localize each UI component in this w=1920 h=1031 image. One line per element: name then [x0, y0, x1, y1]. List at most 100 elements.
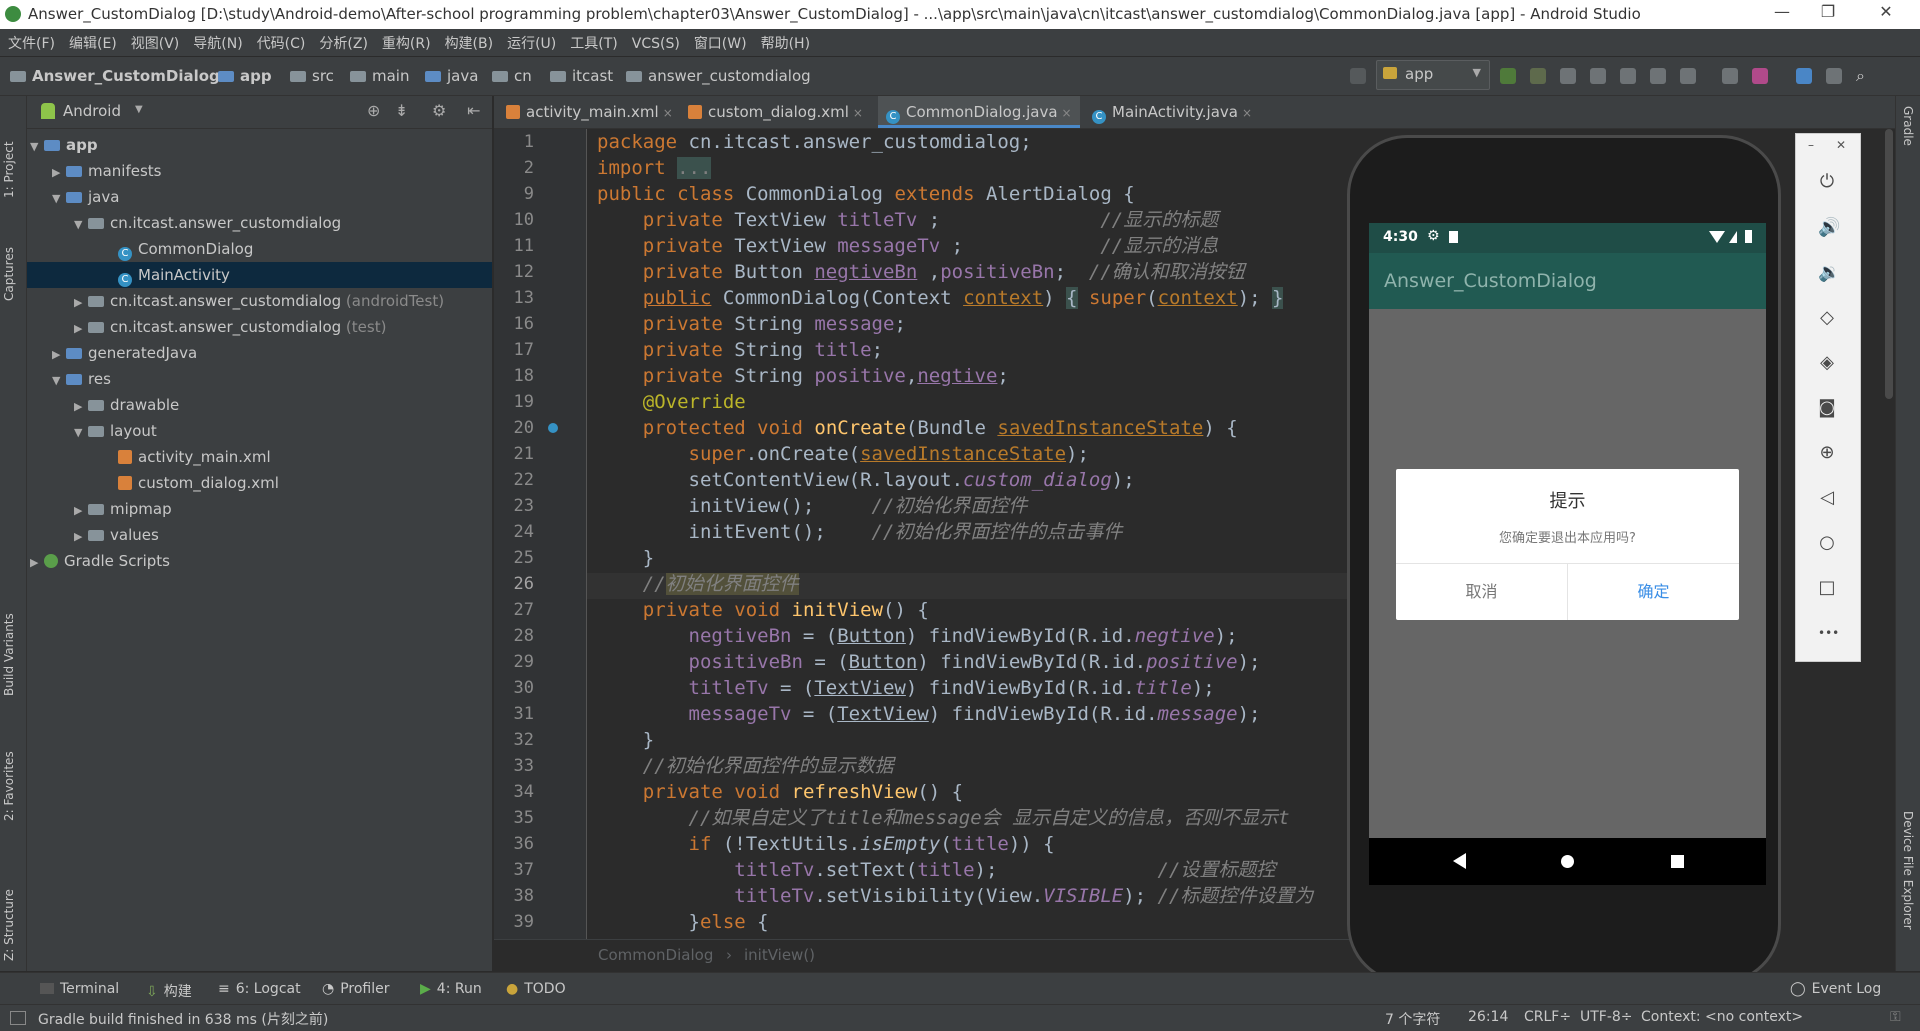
overview-icon[interactable]: □: [1818, 579, 1836, 597]
tree-item-layout[interactable]: ▼ layout: [74, 418, 157, 444]
editor-scrollbar[interactable]: [1884, 129, 1894, 939]
sdk-manager-icon[interactable]: [1796, 68, 1812, 84]
gear-icon[interactable]: ⚙: [432, 101, 446, 120]
stop-icon[interactable]: [1680, 68, 1696, 84]
breadcrumb-package[interactable]: answer_customdialog: [626, 67, 811, 85]
tree-item-package[interactable]: ▼ cn.itcast.answer_customdialog: [74, 210, 341, 236]
tool-window-favorites[interactable]: 2: Favorites: [2, 726, 16, 821]
home-icon[interactable]: [1561, 855, 1574, 868]
tree-item-java[interactable]: ▼ java: [52, 184, 119, 210]
tab-commondialog-java[interactable]: C CommonDialog.java ×: [878, 96, 1080, 128]
home-icon[interactable]: ○: [1818, 534, 1836, 552]
tool-window-project[interactable]: 1: Project: [2, 108, 16, 198]
attach-debugger-icon[interactable]: [1650, 68, 1666, 84]
close-tab-icon[interactable]: ×: [1062, 106, 1072, 120]
tree-item-drawable[interactable]: ▶ drawable: [74, 392, 179, 418]
status-caret-position[interactable]: 26:14: [1468, 1009, 1508, 1025]
menu-analyze[interactable]: 分析(Z): [311, 29, 374, 53]
tree-item-package-androidtest[interactable]: ▶ cn.itcast.answer_customdialog (androidT…: [74, 288, 444, 314]
close-tab-icon[interactable]: ×: [853, 106, 863, 120]
breadcrumb-src[interactable]: src: [290, 67, 334, 85]
close-window-button[interactable]: ✕: [1866, 2, 1906, 21]
tool-window-gradle[interactable]: Gradle: [1901, 106, 1915, 166]
power-icon[interactable]: ⏻: [1818, 173, 1836, 191]
menu-build[interactable]: 构建(B): [437, 29, 500, 53]
tab-mainactivity-java[interactable]: C MainActivity.java ×: [1084, 96, 1260, 128]
collapse-all-icon[interactable]: ⇟: [395, 101, 408, 120]
tool-todo[interactable]: ● TODO: [506, 981, 566, 997]
tool-window-captures[interactable]: Captures: [2, 221, 16, 301]
rotate-right-icon[interactable]: ◈: [1818, 354, 1836, 372]
tree-item-mipmap[interactable]: ▶ mipmap: [74, 496, 172, 522]
menu-help[interactable]: 帮助(H): [753, 29, 816, 53]
menu-vcs[interactable]: VCS(S): [624, 32, 686, 52]
minimize-button[interactable]: —: [1762, 2, 1802, 21]
back-icon[interactable]: ◁: [1818, 489, 1836, 507]
maximize-button[interactable]: ❐: [1808, 2, 1848, 21]
tool-logcat[interactable]: ≡ 6: Logcat: [218, 981, 301, 997]
tool-profiler[interactable]: ◔ Profiler: [322, 981, 390, 997]
tool-window-structure[interactable]: Z: Structure: [2, 866, 16, 961]
breadcrumb-java[interactable]: java: [425, 67, 478, 85]
tree-item-commondialog[interactable]: C CommonDialog: [118, 236, 253, 262]
tree-item-package-test[interactable]: ▶ cn.itcast.answer_customdialog (test): [74, 314, 386, 340]
avd-manager-icon[interactable]: [1752, 68, 1768, 84]
tab-custom-dialog-xml[interactable]: custom_dialog.xml ×: [680, 96, 871, 128]
breadcrumb-itcast[interactable]: itcast: [550, 67, 613, 85]
override-marker-icon[interactable]: [548, 423, 558, 433]
project-structure-icon[interactable]: [1826, 68, 1842, 84]
sync-gradle-icon[interactable]: [1722, 68, 1738, 84]
tree-item-app[interactable]: ▼ app: [30, 132, 98, 158]
coverage-icon[interactable]: [1590, 68, 1606, 84]
crumb-class[interactable]: CommonDialog: [598, 946, 713, 964]
menu-navigate[interactable]: 导航(N): [185, 29, 248, 53]
emulator-minimize-button[interactable]: –: [1808, 138, 1814, 152]
more-icon[interactable]: •••: [1818, 624, 1839, 642]
tree-item-gradle-scripts[interactable]: ▶ Gradle Scripts: [30, 548, 170, 574]
tool-build[interactable]: ⇩ 构建: [146, 981, 192, 1001]
apply-changes-icon[interactable]: [1530, 68, 1546, 84]
tree-item-custom-dialog-xml[interactable]: custom_dialog.xml: [118, 470, 279, 496]
chevron-down-icon[interactable]: ▼: [135, 104, 143, 115]
close-tab-icon[interactable]: ×: [663, 106, 673, 120]
tool-window-build-variants[interactable]: Build Variants: [2, 586, 16, 696]
menu-tools[interactable]: 工具(T): [562, 29, 623, 53]
breadcrumb-app[interactable]: app: [218, 67, 272, 85]
profile-icon[interactable]: [1620, 68, 1636, 84]
dialog-cancel-button[interactable]: 取消: [1396, 564, 1567, 620]
tree-item-activity-main-xml[interactable]: activity_main.xml: [118, 444, 271, 470]
tool-window-device-file-explorer[interactable]: Device File Explorer: [1901, 811, 1915, 961]
crumb-method[interactable]: initView(): [744, 946, 815, 964]
tool-run[interactable]: ▶ 4: Run: [420, 981, 482, 997]
search-icon[interactable]: ⌕: [1856, 68, 1872, 84]
status-encoding[interactable]: UTF-8÷: [1580, 1009, 1633, 1025]
toggle-tool-windows-icon[interactable]: [10, 1011, 26, 1025]
tool-terminal[interactable]: Terminal: [40, 981, 119, 997]
tree-item-values[interactable]: ▶ values: [74, 522, 159, 548]
menu-code[interactable]: 代码(C): [249, 29, 312, 53]
status-context[interactable]: Context: <no context>: [1641, 1009, 1803, 1025]
run-configuration-select[interactable]: app ▼: [1376, 60, 1490, 90]
tree-item-manifests[interactable]: ▶ manifests: [52, 158, 162, 184]
tab-activity-main-xml[interactable]: activity_main.xml ×: [498, 96, 681, 128]
locate-icon[interactable]: ⊕: [367, 101, 380, 120]
dialog-confirm-button[interactable]: 确定: [1568, 564, 1739, 620]
menu-window[interactable]: 窗口(W): [686, 29, 753, 53]
close-tab-icon[interactable]: ×: [1242, 106, 1252, 120]
menu-file[interactable]: 文件(F): [0, 29, 61, 53]
menu-edit[interactable]: 编辑(E): [61, 29, 123, 53]
run-icon[interactable]: [1500, 68, 1516, 84]
debug-icon[interactable]: [1560, 68, 1576, 84]
zoom-icon[interactable]: ⊕: [1818, 444, 1836, 462]
status-line-separator[interactable]: CRLF÷: [1524, 1009, 1571, 1025]
tree-item-generatedjava[interactable]: ▶ generatedJava: [52, 340, 197, 366]
tree-item-mainactivity[interactable]: C MainActivity: [27, 262, 492, 288]
menu-refactor[interactable]: 重构(R): [374, 29, 437, 53]
rotate-left-icon[interactable]: ◇: [1818, 309, 1836, 327]
hide-panel-icon[interactable]: ⇤: [467, 101, 480, 120]
volume-down-icon[interactable]: 🔉: [1818, 264, 1840, 282]
emulator-close-button[interactable]: ✕: [1836, 138, 1846, 152]
breadcrumb-cn[interactable]: cn: [492, 67, 532, 85]
tree-item-res[interactable]: ▼ res: [52, 366, 111, 392]
breadcrumb-main[interactable]: main: [350, 67, 409, 85]
